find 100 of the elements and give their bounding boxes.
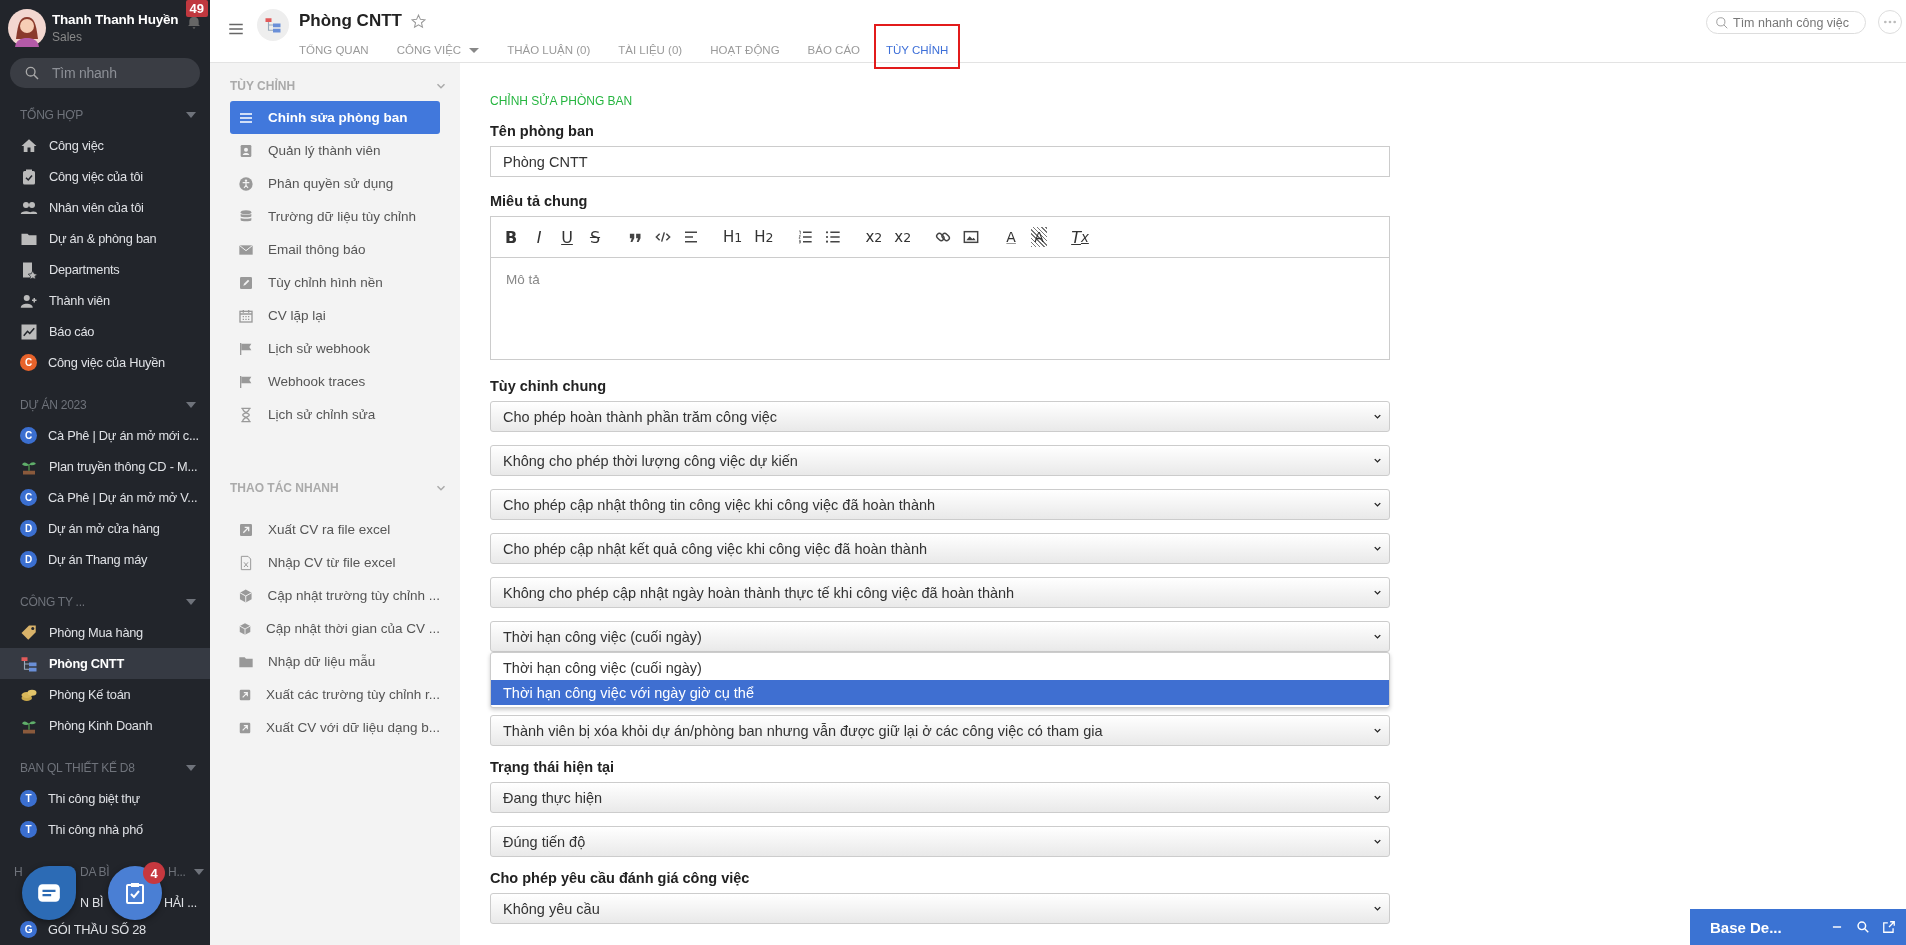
toolbar-button[interactable]: S <box>587 227 603 247</box>
numbered-list-icon <box>797 229 814 245</box>
sidebar-item[interactable]: C Cà Phê | Dự án mở mới c... <box>0 420 210 451</box>
hourglass-icon <box>238 406 254 423</box>
select-field[interactable]: Thời hạn công việc (cuối ngày) <box>490 621 1390 652</box>
dropdown-option[interactable]: Thời hạn công việc với ngày giờ cụ thể <box>491 680 1389 705</box>
settings-nav-item[interactable]: Cập nhật thời gian của CV ... <box>230 612 440 645</box>
toolbar-button[interactable]: I <box>531 227 547 247</box>
settings-nav-item[interactable]: Nhập CV từ file excel <box>230 546 440 579</box>
image-icon <box>963 229 980 245</box>
toolbar-button[interactable] <box>797 227 814 247</box>
item-label: Lịch sử webhook <box>268 341 371 356</box>
collapse-icon[interactable] <box>186 112 196 118</box>
star-icon <box>409 12 427 30</box>
sidebar-item[interactable]: Nhân viên của tôi <box>0 192 210 223</box>
settings-nav-item[interactable]: Chỉnh sửa phòng ban <box>230 101 440 134</box>
settings-nav-item[interactable]: Tùy chỉnh hình nền <box>230 266 440 299</box>
search-icon <box>24 65 40 81</box>
select-field[interactable]: Không yêu cầu <box>490 893 1390 924</box>
toolbar-button[interactable]: U <box>559 227 575 247</box>
tab[interactable]: TÙY CHỈNH <box>874 24 961 69</box>
collapse-icon[interactable] <box>186 765 196 771</box>
item-label: Dự án mở cửa hàng <box>48 521 160 536</box>
item-label: Chỉnh sửa phòng ban <box>268 110 408 125</box>
settings-nav-item[interactable]: Xuất CV với dữ liệu dạng b... <box>230 711 440 744</box>
settings-nav-item[interactable]: Webhook traces <box>230 365 440 398</box>
group-title: DA BÌ <box>80 865 110 879</box>
editor-placeholder[interactable]: Mô tả <box>491 258 1389 359</box>
flag-icon <box>238 373 254 390</box>
select-field[interactable]: Đang thực hiện <box>490 782 1390 813</box>
item-label: Plan truyền thông CD - M... <box>49 459 198 474</box>
settings-nav-item[interactable]: Quản lý thành viên <box>230 134 440 167</box>
toolbar-button[interactable]: B <box>503 227 519 247</box>
sidebar-item[interactable]: C Cà Phê | Dự án mở mở V... <box>0 482 210 513</box>
search-icon <box>1856 920 1870 934</box>
settings-nav-item[interactable]: Lịch sử chỉnh sửa <box>230 398 440 431</box>
settings-nav-item[interactable]: Email thông báo <box>230 233 440 266</box>
item-label: Phòng Kế toán <box>49 687 131 702</box>
group-title: TỔNG HỢP <box>20 108 83 122</box>
sidebar-item[interactable]: D Dự án Thang máy <box>0 544 210 575</box>
field-label: Trạng thái hiện tại <box>490 759 616 775</box>
settings-nav-item[interactable]: Xuất CV ra file excel <box>230 513 440 546</box>
dropdown-option[interactable]: Thời hạn công việc (cuối ngày) <box>491 655 1389 680</box>
letter-avatar: G <box>20 921 37 938</box>
sidebar-item[interactable]: D Dự án mở cửa hàng <box>0 513 210 544</box>
sidebar-item[interactable]: Departments <box>0 254 210 285</box>
settings-nav-item[interactable]: Trường dữ liệu tùy chỉnh <box>230 200 440 233</box>
item-label: Phòng CNTT <box>49 656 124 671</box>
sidebar-item[interactable]: N BÌ <box>80 895 104 910</box>
sidebar-item[interactable]: Dự án & phòng ban <box>0 223 210 254</box>
sidebar-item[interactable]: Thành viên <box>0 285 210 316</box>
select-field[interactable]: Đúng tiến độ <box>490 826 1390 857</box>
settings-nav-item[interactable]: Phân quyền sử dụng <box>230 167 440 200</box>
toolbar-button[interactable]: A <box>1003 227 1020 247</box>
letter-avatar: D <box>20 520 37 537</box>
collapse-icon[interactable] <box>186 402 196 408</box>
chat-panel-bar[interactable]: Base De... <box>1690 909 1906 945</box>
field-label: Tùy chỉnh chung <box>490 378 607 394</box>
sidebar-item[interactable]: Phòng Kinh Doanh <box>0 710 210 741</box>
collapse-icon[interactable] <box>186 599 196 605</box>
sidebar-item[interactable]: Phòng CNTT <box>0 648 210 679</box>
item-label: Nhập dữ liệu mẫu <box>268 654 376 669</box>
calendar-icon <box>238 307 254 324</box>
collapse-icon[interactable] <box>194 869 204 875</box>
letter-avatar: T <box>20 821 37 838</box>
settings-nav-item[interactable]: CV lặp lại <box>230 299 440 332</box>
clipboard-check-icon <box>123 881 147 905</box>
settings-nav-item[interactable]: Cập nhật trường tùy chỉnh ... <box>230 579 440 612</box>
select-field[interactable]: Không cho phép thời lượng công việc dự kiến <box>490 445 1390 476</box>
sidebar-item[interactable]: Công việc <box>0 130 210 161</box>
item-label: Tùy chỉnh hình nền <box>268 275 383 290</box>
letter-avatar: C <box>20 427 37 444</box>
group-title: H <box>14 865 23 879</box>
select-field[interactable]: Cho phép cập nhật kết quả công việc khi công việc đã hoàn thành <box>490 533 1390 564</box>
panel-title: Base De... <box>1710 918 1782 936</box>
sidebar-item[interactable]: Báo cáo <box>0 316 210 347</box>
settings-nav-item[interactable]: Xuất các trường tùy chỉnh r... <box>230 678 440 711</box>
item-label: Phòng Kinh Doanh <box>49 718 153 733</box>
select-field[interactable]: Cho phép cập nhật thông tin công việc khi công việc đã hoàn thành <box>490 489 1390 520</box>
sidebar-item[interactable]: T Thi công nhà phố <box>0 814 210 845</box>
select-field[interactable]: Không cho phép cập nhật ngày hoàn thành thực tế khi công việc đã hoàn thành <box>490 577 1390 608</box>
chart-icon <box>20 322 38 341</box>
settings-nav-item[interactable]: Lịch sử webhook <box>230 332 440 365</box>
select-field[interactable]: Thành viên bị xóa khỏi dự án/phòng ban nhưng vẫn được giữ lại ở các công việc có tham gia <box>490 715 1390 746</box>
sidebar-item[interactable]: Phòng Mua hàng <box>0 617 210 648</box>
sidebar-item[interactable]: Công việc của tôi <box>0 161 210 192</box>
sidebar-item[interactable]: G GÓI THẦU SỐ 28 <box>0 918 210 941</box>
document-star-icon <box>20 260 38 279</box>
sidebar-item[interactable]: T Thi công biệt thự <box>0 783 210 814</box>
sidebar-item[interactable]: C Công việc của Huyền <box>0 347 210 378</box>
select-field[interactable]: Cho phép hoàn thành phần trăm công việc <box>490 401 1390 432</box>
sidebar-item[interactable]: HẢI ... <box>164 895 197 910</box>
sidebar-item[interactable]: Plan truyền thông CD - M... <box>0 451 210 482</box>
pencil-square-icon <box>238 274 254 291</box>
sidebar-item[interactable]: Phòng Kế toán <box>0 679 210 710</box>
input-field[interactable]: Phòng CNTT <box>490 146 1390 177</box>
settings-nav-item[interactable]: Nhập dữ liệu mẫu <box>230 645 440 678</box>
hierarchy-icon <box>20 654 38 673</box>
item-label: Cà Phê | Dự án mở mở V... <box>48 490 198 505</box>
search-icon <box>1715 15 1729 30</box>
